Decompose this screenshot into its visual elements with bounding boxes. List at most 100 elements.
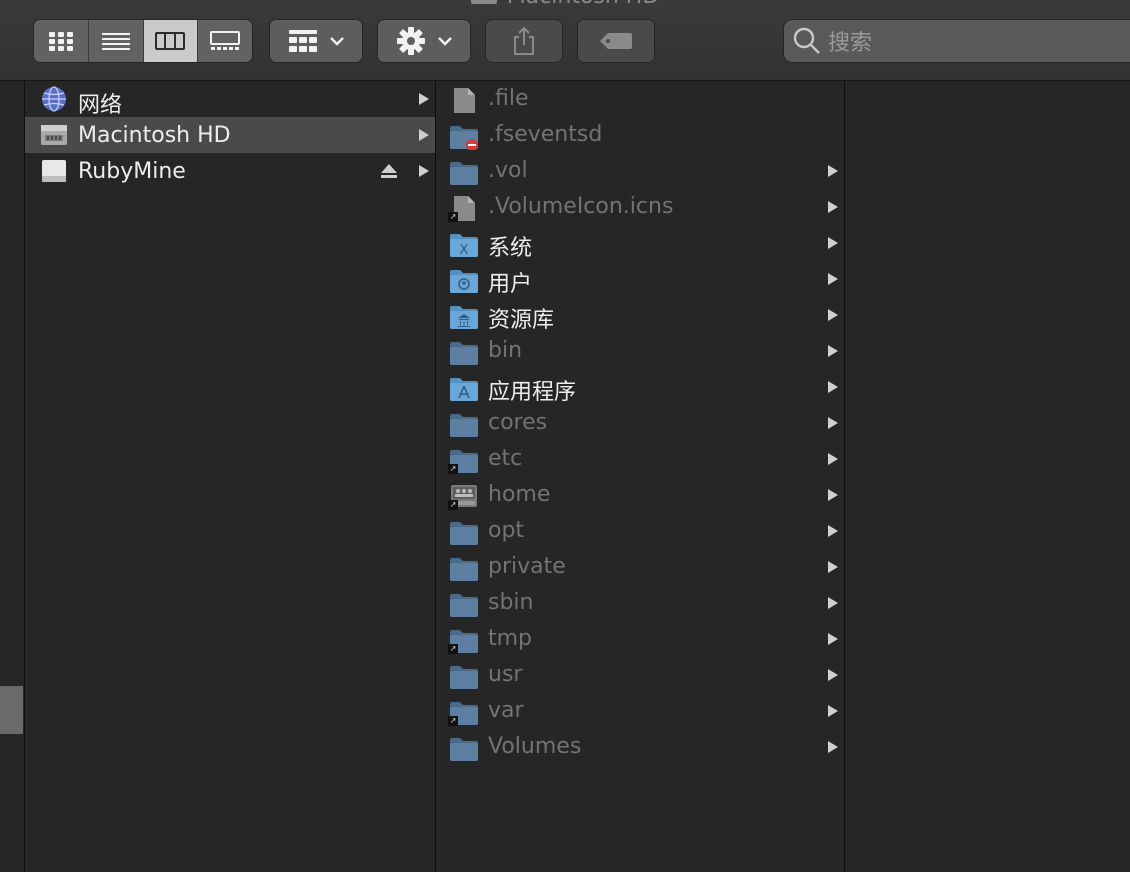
- sidebar-edge: [0, 81, 25, 872]
- alias-arrow-icon: ↗: [448, 644, 458, 654]
- file-name-label: var: [488, 698, 524, 723]
- library-folder-icon: [448, 302, 480, 330]
- list-item-network[interactable]: 网络: [25, 81, 435, 118]
- chevron-right-icon: [828, 561, 838, 573]
- list-item[interactable]: ↗ tmp: [436, 621, 844, 657]
- list-item[interactable]: ↗ etc: [436, 441, 844, 477]
- list-item[interactable]: ↗ var: [436, 693, 844, 729]
- list-view-icon: [101, 33, 130, 50]
- file-name-label: 系统: [488, 236, 533, 261]
- search-icon: [793, 27, 820, 54]
- list-item[interactable]: Volumes: [436, 729, 844, 765]
- external-drive-icon: [42, 160, 66, 182]
- chevron-right-icon: [828, 345, 838, 357]
- folder-icon: ↗: [448, 698, 480, 726]
- tag-button[interactable]: [578, 20, 654, 62]
- file-name-label: bin: [488, 338, 523, 363]
- file-name-label: etc: [488, 446, 523, 471]
- chevron-right-icon: [828, 273, 838, 285]
- folder-icon: [448, 662, 480, 690]
- action-menu-button[interactable]: [378, 20, 470, 62]
- chevron-right-icon: [828, 597, 838, 609]
- alias-arrow-icon: ↗: [448, 716, 458, 726]
- sidebar-item-label: Macintosh HD: [78, 123, 231, 148]
- column-view-button[interactable]: [143, 20, 199, 62]
- network-globe-icon: [42, 86, 66, 112]
- view-mode-selector: [34, 20, 252, 62]
- list-item[interactable]: bin: [436, 333, 844, 369]
- chevron-right-icon: [419, 129, 429, 141]
- system-folder-icon: X: [448, 230, 480, 258]
- folder-icon: ↗: [448, 446, 480, 474]
- chevron-right-icon: [828, 165, 838, 177]
- restricted-folder-icon: [448, 122, 480, 151]
- scrollbar-thumb[interactable]: [0, 686, 23, 734]
- list-item[interactable]: private: [436, 549, 844, 585]
- list-item[interactable]: 资源库: [436, 297, 844, 333]
- document-icon: [448, 86, 480, 114]
- list-item[interactable]: 用户: [436, 261, 844, 297]
- file-name-label: Volumes: [488, 734, 582, 759]
- chevron-right-icon: [828, 489, 838, 501]
- folder-icon: [448, 410, 480, 438]
- file-name-label: 应用程序: [488, 380, 577, 405]
- gallery-view-icon: [210, 31, 241, 50]
- search-field[interactable]: 搜索: [784, 20, 1130, 62]
- list-item[interactable]: ↗ .VolumeIcon.icns: [436, 189, 844, 225]
- file-name-label: 资源库: [488, 308, 555, 333]
- chevron-right-icon: [828, 237, 838, 249]
- share-icon: [514, 26, 534, 55]
- file-name-label: 用户: [488, 272, 533, 297]
- folder-icon: [448, 518, 480, 546]
- icon-view-button[interactable]: [34, 20, 89, 62]
- list-item-rubymine[interactable]: RubyMine: [25, 153, 435, 189]
- list-item[interactable]: X 系统: [436, 225, 844, 261]
- list-item[interactable]: cores: [436, 405, 844, 441]
- list-item-macintosh-hd[interactable]: Macintosh HD: [25, 117, 435, 153]
- list-item[interactable]: .fseventsd: [436, 117, 844, 153]
- icon-view-icon: [48, 32, 73, 51]
- group-by-button[interactable]: [270, 20, 362, 62]
- list-item[interactable]: opt: [436, 513, 844, 549]
- macintosh-hd-column: .file .fseventsd .vol ↗ .VolumeIcon.icns X…: [436, 81, 845, 872]
- file-name-label: usr: [488, 662, 523, 687]
- svg-text:X: X: [460, 243, 469, 258]
- users-folder-icon: [448, 266, 480, 294]
- gallery-view-button[interactable]: [198, 20, 252, 62]
- share-button[interactable]: [486, 20, 562, 62]
- chevron-right-icon: [828, 669, 838, 681]
- sidebar-item-label: RubyMine: [78, 159, 186, 184]
- list-item[interactable]: .file: [436, 81, 844, 117]
- list-item[interactable]: 应用程序: [436, 369, 844, 405]
- hard-drive-icon: [470, 0, 497, 4]
- volumes-column: 网络 Macintosh HD RubyMine: [25, 81, 436, 872]
- chevron-right-icon: [828, 201, 838, 213]
- window-title: Macintosh HD: [0, 0, 1130, 9]
- alias-arrow-icon: ↗: [448, 464, 458, 474]
- folder-icon: [448, 158, 480, 186]
- chevron-down-icon: [438, 37, 452, 46]
- chevron-right-icon: [828, 705, 838, 717]
- eject-icon[interactable]: [380, 163, 398, 179]
- empty-preview-column: [845, 81, 1130, 872]
- list-item[interactable]: ↗ home: [436, 477, 844, 513]
- sidebar-item-label: 网络: [78, 93, 123, 118]
- chevron-down-icon: [330, 37, 344, 46]
- file-name-label: private: [488, 554, 566, 579]
- alias-arrow-icon: ↗: [448, 500, 458, 510]
- chevron-right-icon: [828, 381, 838, 393]
- list-item[interactable]: usr: [436, 657, 844, 693]
- chevron-right-icon: [828, 417, 838, 429]
- folder-icon: ↗: [448, 626, 480, 654]
- file-name-label: tmp: [488, 626, 533, 651]
- grid-group-icon: [289, 30, 317, 52]
- chevron-right-icon: [828, 309, 838, 321]
- list-item[interactable]: sbin: [436, 585, 844, 621]
- file-name-label: sbin: [488, 590, 534, 615]
- folder-icon: [448, 734, 480, 762]
- list-item[interactable]: .vol: [436, 153, 844, 189]
- folder-icon: [448, 338, 480, 366]
- gear-icon: [397, 27, 425, 55]
- chevron-right-icon: [828, 741, 838, 753]
- list-view-button[interactable]: [88, 20, 144, 62]
